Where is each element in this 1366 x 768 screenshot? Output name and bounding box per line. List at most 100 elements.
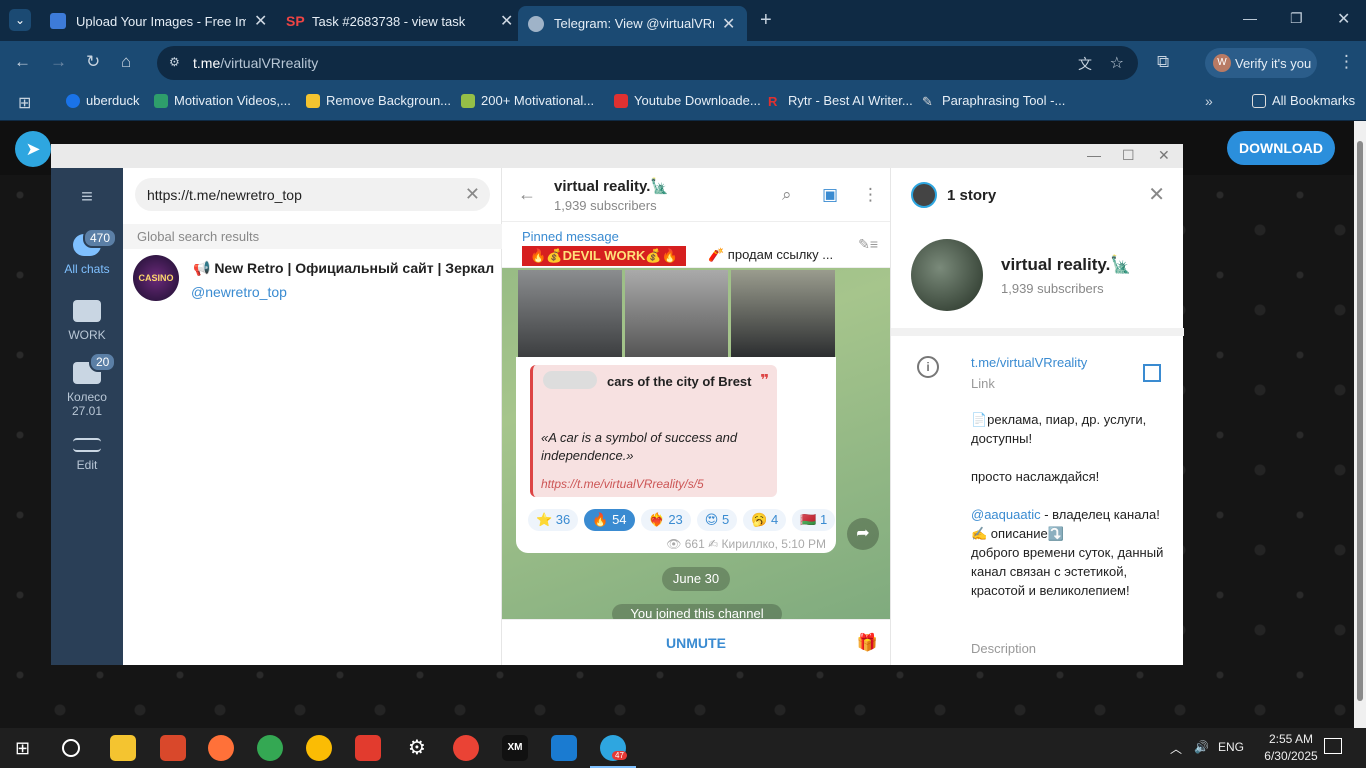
folder-koleso[interactable]: Колесо 27.01 20 [51, 352, 123, 418]
all-bookmarks-button[interactable]: All Bookmarks [1252, 93, 1355, 108]
pinned-list-icon[interactable]: ✎≡ [858, 236, 878, 253]
bookmark-uberduck[interactable]: uberduck [66, 93, 139, 108]
reaction-star[interactable]: ⭐ 36 [528, 509, 579, 531]
pinned-message-bar[interactable]: Pinned message 🔥💰DEVIL WORK💰🔥 🧨 продам с… [502, 222, 890, 268]
close-tab-icon[interactable]: ✕ [254, 11, 267, 31]
fiverr-app-icon[interactable] [551, 735, 577, 761]
site-info-icon[interactable]: ⚙ [169, 55, 180, 69]
back-arrow-icon[interactable]: ← [518, 184, 536, 205]
chrome-profile-icon[interactable] [257, 735, 283, 761]
wps-office-icon[interactable] [355, 735, 381, 761]
close-tab-icon[interactable]: ✕ [500, 11, 513, 31]
forward-arrow-icon[interactable]: ➦ [847, 518, 879, 550]
system-clock[interactable]: 2:55 AM 6/30/2025 [1261, 731, 1321, 765]
more-vertical-icon[interactable]: ⋮ [862, 185, 879, 205]
new-tab-plus-icon[interactable]: + [760, 9, 772, 32]
reaction-heart-eyes[interactable]: 😍 5 [696, 509, 738, 531]
forward-arrow-icon[interactable]: → [50, 52, 67, 72]
search-icon[interactable]: ⌕ [782, 185, 792, 205]
folder-all-chats[interactable]: All chats 470 [51, 228, 123, 276]
chrome-alt-icon[interactable] [453, 735, 479, 761]
settings-gear-icon[interactable]: ⚙ [404, 735, 430, 761]
apps-grid-icon[interactable]: ⊞ [18, 93, 31, 113]
reaction-flag[interactable]: 🇧🇾 1 [792, 509, 836, 531]
message-meta: 👁 661 ✍ Кириллко, 5:10 PM [666, 537, 826, 551]
car-photo[interactable] [731, 270, 836, 357]
bookmark-motivation[interactable]: Motivation Videos,... [154, 93, 291, 108]
folder-edit[interactable]: Edit [51, 438, 123, 472]
tab-task[interactable]: SP Task #2683738 - view task ✕ [276, 6, 523, 36]
windows-start-icon[interactable]: ⊞ [15, 738, 30, 759]
bookmark-paraphrasing[interactable]: ✎ Paraphrasing Tool -... [922, 93, 1066, 109]
kebab-menu-icon[interactable]: ⋮ [1338, 52, 1355, 72]
input-language[interactable]: ENG [1218, 740, 1244, 754]
restore-icon[interactable]: ❐ [1290, 10, 1303, 27]
owner-mention[interactable]: @aaquaatic [971, 507, 1041, 522]
reactions-row: ⭐ 36 🔥 54 ❤️‍🔥 23 😍 5 🥱 4 🇧🇾 1 [528, 509, 836, 531]
home-icon[interactable]: ⌂ [121, 52, 131, 72]
volume-icon[interactable]: 🔊 [1194, 740, 1209, 754]
wps-presentation-icon[interactable] [160, 735, 186, 761]
channel-link[interactable]: t.me/virtualVRreality [971, 355, 1087, 370]
close-window-icon[interactable]: ✕ [1337, 9, 1350, 29]
address-bar[interactable]: ⚙ t.me/virtualVRreality 文 ☆ [157, 46, 1138, 80]
bookmark-remove-bg[interactable]: Remove Backgroun... [306, 93, 451, 108]
search-result-item[interactable]: CASINO 📢 New Retro | Официальный сайт | … [123, 252, 502, 308]
reload-icon[interactable]: ↻ [86, 52, 100, 72]
channel-name[interactable]: virtual reality.🗽 [554, 177, 669, 195]
unmute-button[interactable]: UNMUTE [502, 635, 890, 651]
qr-code-icon[interactable] [1143, 364, 1161, 382]
page-scrollbar[interactable] [1354, 121, 1366, 728]
hamburger-menu-icon[interactable]: ≡ [51, 186, 123, 209]
gift-icon[interactable]: 🎁 [857, 633, 878, 653]
car-photo[interactable] [518, 270, 622, 357]
profile-verify-button[interactable]: Verify it's you [1205, 48, 1317, 78]
folder-work[interactable]: WORK [51, 300, 123, 342]
show-hidden-icons-icon[interactable]: ︿ [1170, 740, 1182, 757]
translate-icon[interactable]: 文 [1078, 54, 1092, 74]
bookmark-200-motivational[interactable]: 200+ Motivational... [461, 93, 594, 108]
tg-close-icon[interactable]: ✕ [1158, 147, 1170, 164]
telegram-logo-icon[interactable]: ➤ [15, 131, 51, 167]
tg-minimize-icon[interactable]: — [1087, 147, 1101, 163]
firefox-icon[interactable] [208, 735, 234, 761]
bookmark-star-icon[interactable]: ☆ [1110, 53, 1124, 73]
reaction-fire[interactable]: 🔥 54 [584, 509, 635, 531]
clear-search-icon[interactable]: ✕ [465, 184, 480, 205]
bookmark-youtube-downloader[interactable]: Youtube Downloade... [614, 93, 761, 108]
tg-maximize-icon[interactable]: ☐ [1122, 147, 1135, 164]
tab-upload-images[interactable]: Upload Your Images - Free Imag ✕ [40, 6, 277, 36]
channel-avatar[interactable] [911, 239, 983, 311]
bookmark-rytr[interactable]: R Rytr - Best AI Writer... [768, 93, 913, 109]
stories-header[interactable]: 1 story [911, 182, 996, 208]
tab-list-chevron-icon[interactable]: ⌄ [9, 9, 31, 31]
search-input[interactable]: https://t.me/newretro_top ✕ [135, 178, 490, 211]
pinned-label: Pinned message [522, 229, 619, 244]
side-panel-icon[interactable]: ▣ [822, 185, 838, 205]
file-explorer-icon[interactable] [110, 735, 136, 761]
car-photo[interactable] [624, 270, 729, 357]
search-circle-icon[interactable] [62, 739, 80, 757]
close-icon[interactable]: ✕ [1148, 182, 1165, 207]
pinned-thumbnail: 🔥💰DEVIL WORK💰🔥 [522, 246, 686, 266]
message-photo-album[interactable] [518, 270, 836, 357]
quote-link[interactable]: https://t.me/virtualVRreality/s/5 [541, 477, 704, 491]
channel-title: virtual reality.🗽 [1001, 255, 1132, 274]
remove-bg-icon [306, 93, 320, 108]
minimize-icon[interactable]: — [1243, 10, 1257, 26]
reaction-heart-fire[interactable]: ❤️‍🔥 23 [640, 509, 691, 531]
tab-telegram[interactable]: Telegram: View @virtualVRreality ✕ [518, 6, 747, 41]
quote-block[interactable]: cars of the city of Brest ❞ «A car is a … [530, 365, 777, 497]
chrome-icon[interactable] [306, 735, 332, 761]
bookmark-label: Paraphrasing Tool -... [942, 93, 1066, 108]
xm-app-icon[interactable]: XM [502, 735, 528, 761]
close-tab-icon[interactable]: ✕ [722, 14, 735, 34]
scrollbar-thumb[interactable] [1357, 141, 1363, 701]
story-ring-avatar [911, 182, 937, 208]
reaction-yawn[interactable]: 🥱 4 [743, 509, 787, 531]
download-button[interactable]: DOWNLOAD [1227, 131, 1335, 165]
notification-center-icon[interactable] [1324, 738, 1342, 754]
back-arrow-icon[interactable]: ← [14, 52, 31, 72]
extensions-icon[interactable]: ⧉ [1157, 52, 1169, 72]
more-bookmarks-chevron-icon[interactable]: » [1205, 93, 1213, 109]
